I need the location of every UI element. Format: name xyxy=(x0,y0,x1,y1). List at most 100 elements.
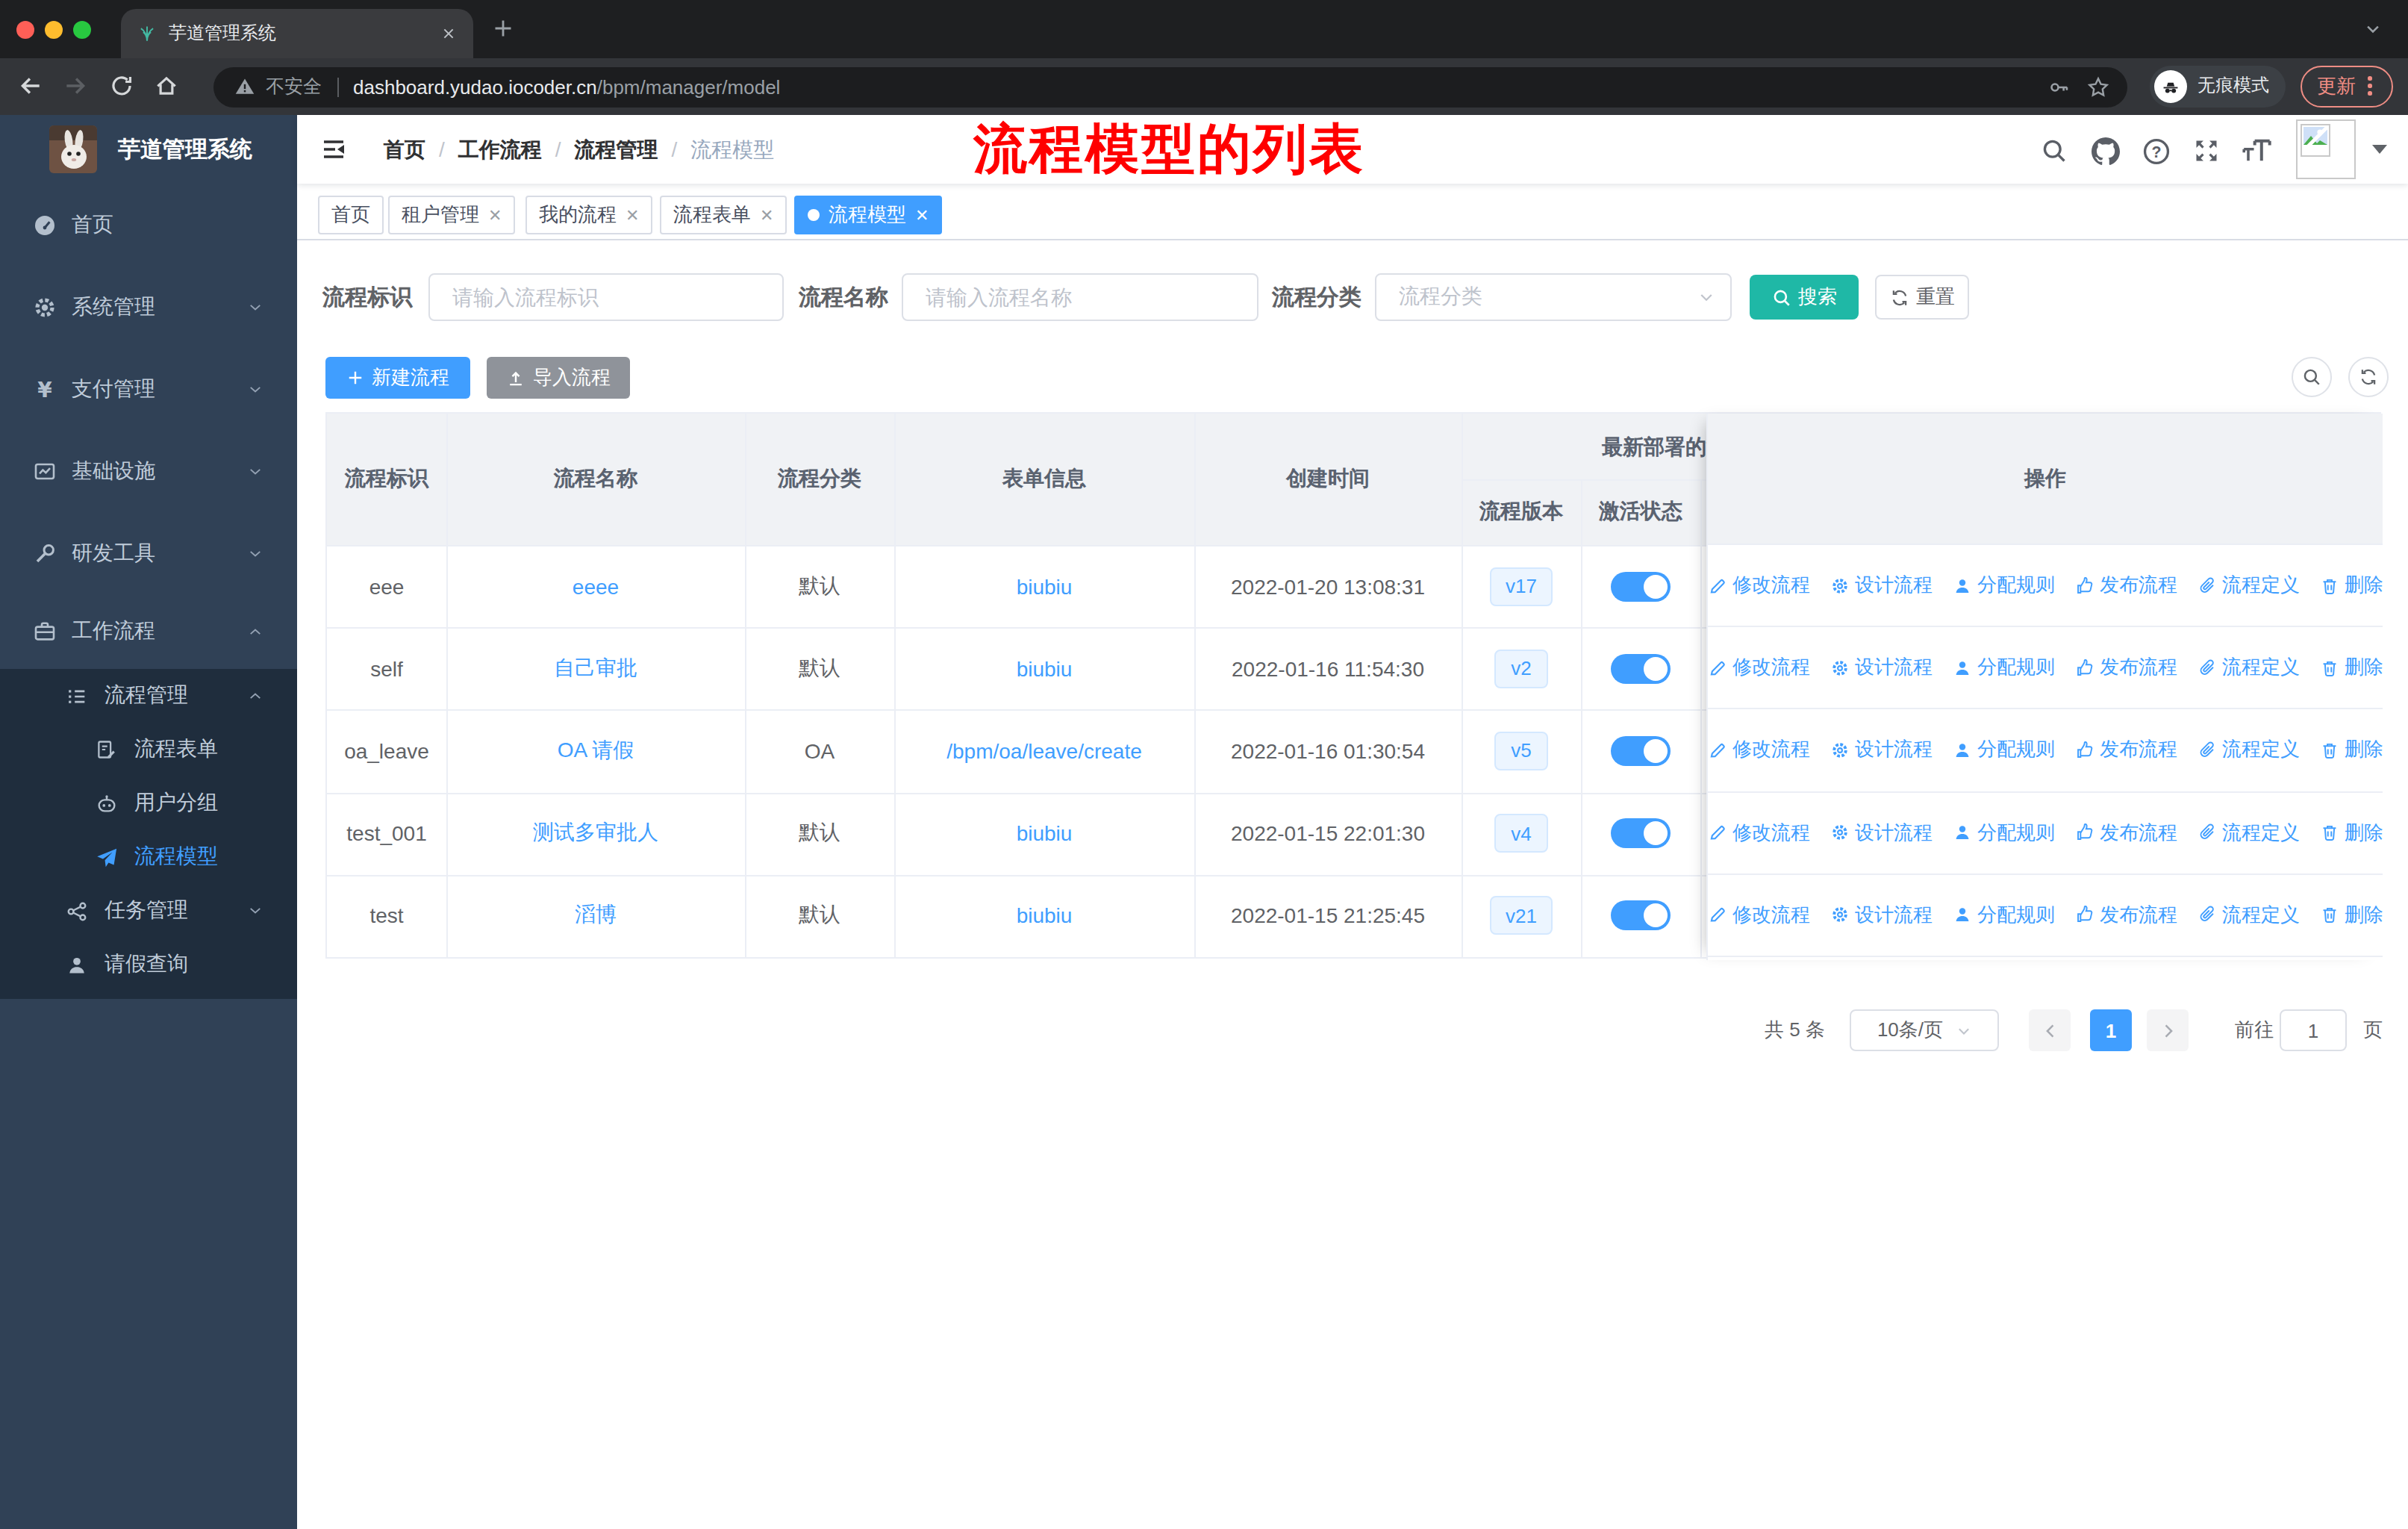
breadcrumb-home[interactable]: 首页 xyxy=(384,115,425,184)
browser-tab[interactable]: 芋道管理系统 xyxy=(121,9,473,58)
cell-active-toggle[interactable] xyxy=(1581,545,1700,627)
action-分配规则[interactable]: 分配规则 xyxy=(1952,737,2055,764)
action-流程定义[interactable]: 流程定义 xyxy=(2197,737,2300,764)
update-label[interactable]: 更新 xyxy=(2317,72,2356,99)
action-发布流程[interactable]: 发布流程 xyxy=(2074,902,2177,929)
cell-process-name-link[interactable]: 测试多审批人 xyxy=(446,792,745,874)
not-secure-warning-icon[interactable] xyxy=(234,76,255,97)
page-size-select[interactable]: 10条/页 xyxy=(1850,1009,1999,1051)
filter-name-input[interactable] xyxy=(902,273,1258,321)
sidebar-item-支付管理[interactable]: ¥支付管理 xyxy=(0,348,297,430)
active-status-toggle[interactable] xyxy=(1611,736,1671,766)
sidebar-item-研发工具[interactable]: 研发工具 xyxy=(0,512,297,594)
github-icon[interactable] xyxy=(2092,137,2120,166)
search-button[interactable]: 搜索 xyxy=(1750,275,1859,320)
active-status-toggle[interactable] xyxy=(1611,818,1671,848)
action-分配规则[interactable]: 分配规则 xyxy=(1952,572,2055,599)
traffic-light-close[interactable] xyxy=(16,21,34,39)
cell-form-link[interactable]: biubiu xyxy=(894,627,1194,709)
url-bar[interactable]: 不安全 dashboard.yudao.iocoder.cn/bpm/manag… xyxy=(213,66,2127,107)
sidebar-item-基础设施[interactable]: 基础设施 xyxy=(0,430,297,512)
sidebar-collapse-icon[interactable] xyxy=(321,137,346,161)
action-修改流程[interactable]: 修改流程 xyxy=(1707,572,1810,599)
action-流程定义[interactable]: 流程定义 xyxy=(2197,819,2300,846)
new-process-button[interactable]: 新建流程 xyxy=(325,357,470,399)
sidebar-item-用户分组[interactable]: 用户分组 xyxy=(0,776,297,830)
breadcrumb-workflow[interactable]: 工作流程 xyxy=(458,115,542,184)
action-流程定义[interactable]: 流程定义 xyxy=(2197,655,2300,682)
prev-page-button[interactable] xyxy=(2029,1009,2071,1051)
action-删除[interactable]: 删除 xyxy=(2319,737,2383,764)
cell-form-link[interactable]: /bpm/oa/leave/create xyxy=(894,710,1194,792)
import-process-button[interactable]: 导入流程 xyxy=(487,357,630,399)
page-1-button[interactable]: 1 xyxy=(2090,1009,2132,1051)
cell-form-link[interactable]: biubiu xyxy=(1017,821,1073,845)
sidebar-item-系统管理[interactable]: 系统管理 xyxy=(0,266,297,348)
cell-version-tag[interactable]: v5 xyxy=(1462,710,1581,792)
action-设计流程[interactable]: 设计流程 xyxy=(1830,572,1933,599)
sidebar-item-请假查询[interactable]: 请假查询 xyxy=(0,938,297,991)
cell-form-link[interactable]: biubiu xyxy=(1017,657,1073,681)
action-删除[interactable]: 删除 xyxy=(2319,819,2383,846)
sidebar-item-流程模型[interactable]: 流程模型 xyxy=(0,830,297,884)
action-设计流程[interactable]: 设计流程 xyxy=(1830,819,1933,846)
refresh-icon[interactable] xyxy=(2348,357,2389,397)
active-status-toggle[interactable] xyxy=(1611,571,1671,601)
cell-process-name-link[interactable]: 滔博 xyxy=(575,903,617,929)
traffic-light-minimize[interactable] xyxy=(45,21,63,39)
tag-close-icon[interactable]: ✕ xyxy=(760,205,773,225)
cell-process-name-link[interactable]: OA 请假 xyxy=(558,738,634,764)
tag-my-process[interactable]: 我的流程✕ xyxy=(525,196,652,234)
active-status-toggle[interactable] xyxy=(1611,901,1671,931)
action-删除[interactable]: 删除 xyxy=(2319,655,2383,682)
cell-process-name-link[interactable]: 滔博 xyxy=(446,875,745,957)
sidebar-item-首页[interactable]: 首页 xyxy=(0,184,297,266)
action-删除[interactable]: 删除 xyxy=(2319,572,2383,599)
tag-process-form[interactable]: 流程表单✕ xyxy=(660,196,787,234)
goto-page-input[interactable] xyxy=(2280,1009,2347,1051)
tag-process-model[interactable]: 流程模型✕ xyxy=(794,196,942,234)
home-icon[interactable] xyxy=(154,73,179,99)
avatar-caret-down-icon[interactable] xyxy=(2372,145,2387,154)
help-question-icon[interactable]: ? xyxy=(2142,137,2171,166)
cell-active-toggle[interactable] xyxy=(1581,875,1700,957)
browser-menu-kebab-icon[interactable] xyxy=(2368,77,2371,96)
sidebar-item-任务管理[interactable]: 任务管理 xyxy=(0,884,297,938)
action-修改流程[interactable]: 修改流程 xyxy=(1707,737,1810,764)
tag-home[interactable]: 首页 xyxy=(318,196,384,234)
url-text[interactable]: dashboard.yudao.iocoder.cn/bpm/manager/m… xyxy=(353,75,780,98)
cell-version-tag[interactable]: v17 xyxy=(1462,545,1581,627)
action-分配规则[interactable]: 分配规则 xyxy=(1952,655,2055,682)
fullscreen-icon[interactable] xyxy=(2193,137,2220,164)
cell-form-link[interactable]: biubiu xyxy=(894,792,1194,874)
font-size-icon[interactable] xyxy=(2242,137,2272,164)
action-设计流程[interactable]: 设计流程 xyxy=(1830,737,1933,764)
tag-close-icon[interactable]: ✕ xyxy=(488,205,502,225)
cell-process-name-link[interactable]: eeee xyxy=(573,574,619,598)
cell-active-toggle[interactable] xyxy=(1581,627,1700,709)
action-设计流程[interactable]: 设计流程 xyxy=(1830,902,1933,929)
action-分配规则[interactable]: 分配规则 xyxy=(1952,902,2055,929)
toggle-search-icon[interactable] xyxy=(2292,357,2332,397)
next-page-button[interactable] xyxy=(2147,1009,2189,1051)
sidebar-item-工作流程[interactable]: 工作流程 xyxy=(0,594,297,669)
cell-process-name-link[interactable]: eeee xyxy=(446,545,745,627)
action-修改流程[interactable]: 修改流程 xyxy=(1707,655,1810,682)
cell-active-toggle[interactable] xyxy=(1581,710,1700,792)
active-status-toggle[interactable] xyxy=(1611,654,1671,684)
filter-category-select[interactable]: 流程分类 xyxy=(1375,273,1732,321)
sidebar-logo[interactable]: 芋道管理系统 xyxy=(0,115,297,184)
traffic-light-zoom[interactable] xyxy=(73,21,91,39)
cell-process-name-link[interactable]: OA 请假 xyxy=(446,710,745,792)
bookmark-star-icon[interactable] xyxy=(2087,75,2109,98)
cell-form-link[interactable]: /bpm/oa/leave/create xyxy=(946,739,1142,763)
action-发布流程[interactable]: 发布流程 xyxy=(2074,572,2177,599)
filter-id-input[interactable] xyxy=(428,273,784,321)
cell-form-link[interactable]: biubiu xyxy=(894,875,1194,957)
action-流程定义[interactable]: 流程定义 xyxy=(2197,902,2300,929)
cell-version-tag[interactable]: v21 xyxy=(1462,875,1581,957)
action-发布流程[interactable]: 发布流程 xyxy=(2074,819,2177,846)
action-流程定义[interactable]: 流程定义 xyxy=(2197,572,2300,599)
search-icon[interactable] xyxy=(2041,137,2068,164)
user-avatar-broken-image[interactable] xyxy=(2296,119,2356,179)
